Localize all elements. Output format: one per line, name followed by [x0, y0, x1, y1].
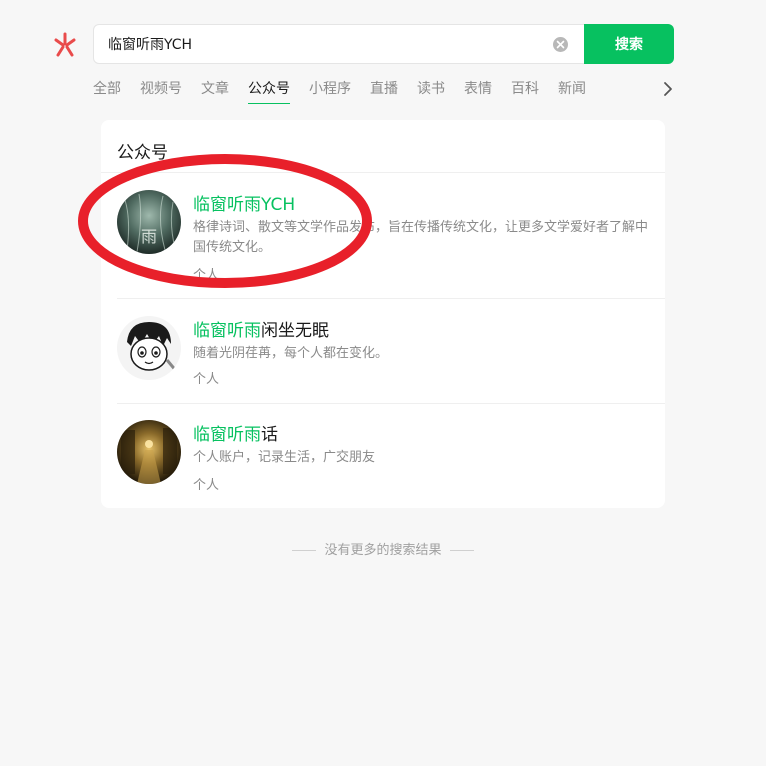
tab-news[interactable]: 新闻 — [558, 79, 586, 104]
divider — [117, 298, 665, 299]
divider — [101, 172, 665, 173]
search-input[interactable] — [108, 25, 538, 63]
result-description: 随着光阴荏苒，每个人都在变化。 — [193, 346, 389, 361]
tab-all[interactable]: 全部 — [93, 79, 121, 104]
avatar — [117, 316, 181, 380]
result-item[interactable]: 雨 临窗听雨YCH 格律诗词、散文等文学作品发布，旨在传播传统文化，让更多文学爱… — [117, 190, 665, 290]
tab-books[interactable]: 读书 — [417, 79, 445, 104]
section-title: 公众号 — [117, 143, 168, 163]
divider — [117, 403, 665, 404]
divider — [449, 550, 474, 551]
result-item[interactable]: 临窗听雨话 个人账户，记录生活，广交朋友 个人 — [117, 420, 665, 506]
result-title[interactable]: 临窗听雨话 — [193, 420, 278, 445]
result-description: 格律诗词、散文等文学作品发布，旨在传播传统文化，让更多文学爱好者了解中国传统文化… — [193, 220, 649, 255]
results-card: 公众号 雨 临窗听雨YCH 格律诗词、散文等文学作品发布，旨在传播传统文化，让更… — [101, 120, 665, 508]
tab-encyclopedia[interactable]: 百科 — [511, 79, 539, 104]
category-tabs: 全部 视频号 文章 公众号 小程序 直播 读书 表情 百科 新闻 — [93, 78, 663, 104]
result-type-tag: 个人 — [193, 478, 220, 493]
avatar: 雨 — [117, 190, 181, 254]
tab-official-accounts[interactable]: 公众号 — [248, 79, 290, 104]
tab-live[interactable]: 直播 — [370, 79, 398, 104]
tab-channels[interactable]: 视频号 — [140, 79, 182, 104]
clear-search-icon[interactable] — [553, 37, 568, 52]
avatar — [117, 420, 181, 484]
tab-mini-programs[interactable]: 小程序 — [309, 79, 351, 104]
svg-text:雨: 雨 — [141, 227, 157, 246]
result-type-tag: 个人 — [193, 372, 220, 387]
search-button[interactable]: 搜索 — [584, 24, 674, 64]
no-more-results: 没有更多的搜索结果 — [0, 539, 766, 558]
chevron-right-icon[interactable] — [660, 80, 676, 98]
result-title[interactable]: 临窗听雨YCH — [193, 190, 295, 215]
divider — [292, 550, 317, 551]
result-type-tag: 个人 — [193, 268, 220, 283]
footer-text: 没有更多的搜索结果 — [324, 543, 442, 558]
result-description: 个人账户，记录生活，广交朋友 — [193, 450, 376, 465]
result-title[interactable]: 临窗听雨闲坐无眠 — [193, 316, 329, 341]
wechat-search-logo-icon — [54, 32, 76, 57]
search-box: 搜索 — [93, 24, 674, 64]
tab-stickers[interactable]: 表情 — [464, 79, 492, 104]
tab-articles[interactable]: 文章 — [201, 79, 229, 104]
result-item[interactable]: 临窗听雨闲坐无眠 随着光阴荏苒，每个人都在变化。 个人 — [117, 316, 665, 402]
